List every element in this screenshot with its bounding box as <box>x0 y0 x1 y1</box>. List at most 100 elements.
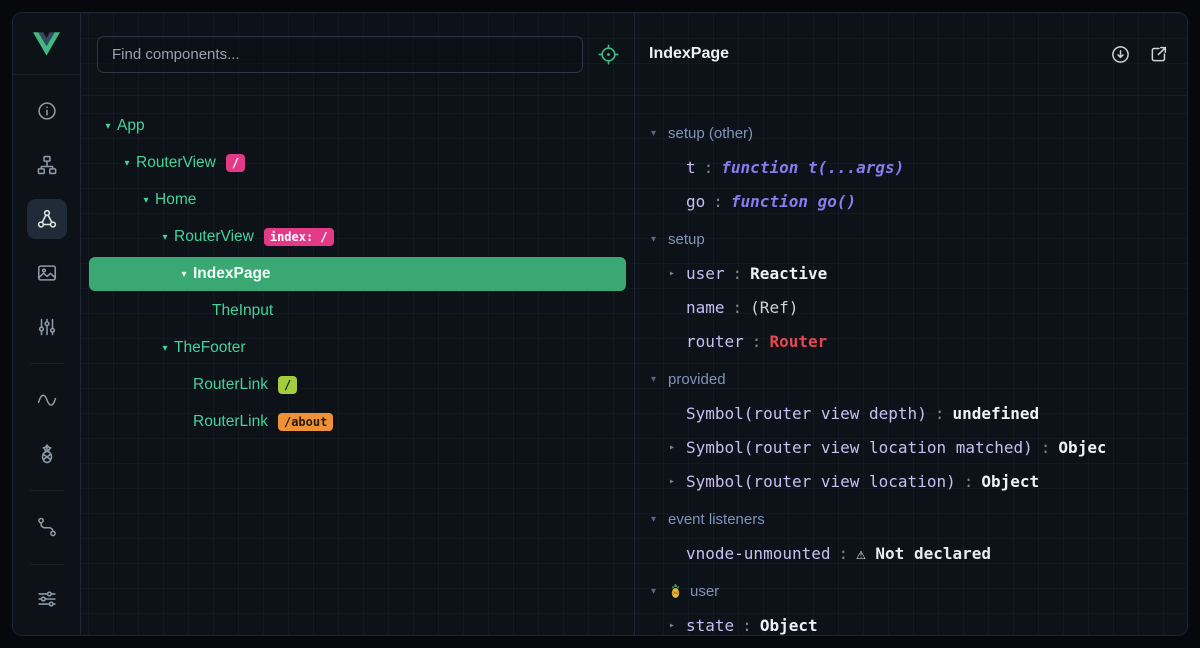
property-key: state <box>686 616 734 635</box>
inspector-section-event-listeners: ▾ event listeners ▸vnode-unmounted:⚠ Not d… <box>635 502 1187 570</box>
property-row-user[interactable]: ▸user:Reactive <box>635 256 1187 290</box>
property-row-state[interactable]: ▸state:Object <box>635 608 1187 635</box>
property-key: vnode-unmounted <box>686 544 831 563</box>
property-row-symbol-router-view-location-matched[interactable]: ▸Symbol(router view location matched): Ob… <box>635 430 1187 464</box>
property-row-router: ▸router:Router <box>635 324 1187 358</box>
components-panel-header <box>81 13 634 96</box>
expand-caret-icon[interactable]: ▸ <box>669 476 686 487</box>
property-value: Object <box>1058 438 1105 457</box>
key-value-separator: : <box>704 158 714 177</box>
activity-bar <box>13 13 81 635</box>
component-name: TheFooter <box>174 339 246 357</box>
section-title: setup (other) <box>668 125 753 142</box>
property-row-symbol-router-view-location[interactable]: ▸Symbol(router view location):Object <box>635 464 1187 498</box>
sidebar-item-assets[interactable] <box>27 253 67 293</box>
sidebar-bottom <box>13 562 80 635</box>
sidebar-divider <box>30 490 64 491</box>
property-key: Symbol(router view location matched) <box>686 438 1033 457</box>
tree-node-theinput[interactable]: ▾TheInput <box>89 294 626 328</box>
key-value-separator: : <box>1041 438 1051 457</box>
vue-logo <box>13 13 80 75</box>
key-value-separator: : <box>733 264 743 283</box>
section-title: user <box>690 583 719 600</box>
key-value-separator: : <box>742 616 752 635</box>
molecule-icon <box>36 208 58 230</box>
section-caret-icon[interactable]: ▾ <box>647 586 660 597</box>
expand-caret-icon[interactable]: ▾ <box>99 121 117 132</box>
open-in-editor-icon[interactable] <box>1148 44 1169 65</box>
section-header-provided[interactable]: ▾ provided <box>635 362 1187 396</box>
property-value: undefined <box>952 404 1039 423</box>
key-value-separator: : <box>733 298 743 317</box>
route-icon <box>36 516 58 538</box>
sitemap-icon <box>36 154 58 176</box>
section-caret-icon[interactable]: ▾ <box>647 514 660 525</box>
section-header-setup[interactable]: ▾setup <box>635 222 1187 256</box>
component-name: RouterView <box>136 154 216 172</box>
inspect-dom-icon[interactable] <box>1110 44 1131 65</box>
property-value: Router <box>769 332 827 351</box>
sidebar-item-overview[interactable] <box>27 91 67 131</box>
route-badge: / <box>278 376 297 394</box>
pineapple-icon <box>36 443 58 465</box>
key-value-separator: : <box>935 404 945 423</box>
key-value-separator: : <box>839 544 849 563</box>
sliders-icon <box>36 316 58 338</box>
tree-node-thefooter[interactable]: ▾TheFooter <box>89 331 626 365</box>
sidebar-divider <box>30 564 64 565</box>
sidebar-item-components[interactable] <box>27 199 67 239</box>
section-header-user[interactable]: ▾ user <box>635 574 1187 608</box>
tree-node-routerview[interactable]: ▾RouterView index: / <box>89 220 626 254</box>
tree-node-routerlink[interactable]: ▾RouterLink/ <box>89 368 626 402</box>
sidebar-item-timeline[interactable] <box>27 380 67 420</box>
tree-node-indexpage[interactable]: ▾IndexPage <box>89 257 626 291</box>
tree-node-routerview[interactable]: ▾RouterView/ <box>89 146 626 180</box>
sidebar-items <box>13 75 80 547</box>
property-row-vnode-unmounted: ▸vnode-unmounted:⚠ Not declared <box>635 536 1187 570</box>
tree-node-app[interactable]: ▾App <box>89 109 626 143</box>
wave-icon <box>36 389 58 411</box>
info-icon <box>36 100 58 122</box>
expand-caret-icon[interactable]: ▸ <box>669 620 686 631</box>
search-input[interactable] <box>112 46 568 63</box>
inspector-panel: IndexPage ▾ setup (other) ▸t:function t(..… <box>635 13 1187 635</box>
property-row-t: ▸t:function t(...args) <box>635 150 1187 184</box>
key-value-separator: : <box>964 472 974 491</box>
sidebar-item-router[interactable] <box>27 507 67 547</box>
section-caret-icon[interactable]: ▾ <box>647 234 660 245</box>
key-value-separator: : <box>752 332 762 351</box>
property-row-go: ▸go:function go() <box>635 184 1187 218</box>
tune-icon <box>36 588 58 610</box>
components-panel: ▾App▾RouterView/▾Home▾RouterViewindex: /… <box>81 13 635 635</box>
sidebar-item-preferences[interactable] <box>27 579 67 619</box>
inspector-header-icons <box>1110 44 1169 65</box>
section-caret-icon[interactable]: ▾ <box>647 374 660 385</box>
inspector-section-provided: ▾provided▸Symbol(router view depth):unde… <box>635 362 1187 498</box>
sidebar-item-pinia[interactable] <box>27 434 67 474</box>
expand-caret-icon[interactable]: ▸ <box>669 268 686 279</box>
expand-caret-icon[interactable]: ▾ <box>156 343 174 354</box>
component-name: RouterView <box>174 228 254 246</box>
expand-caret-icon[interactable]: ▾ <box>137 195 155 206</box>
inspector-body: ▾ setup (other) ▸t:function t(...args)▸go:… <box>635 96 1187 635</box>
sidebar-item-settings-sliders[interactable] <box>27 307 67 347</box>
sidebar-item-component-tree[interactable] <box>27 145 67 185</box>
locate-component-icon[interactable] <box>597 43 620 66</box>
expand-caret-icon[interactable]: ▾ <box>118 158 136 169</box>
expand-caret-icon[interactable]: ▾ <box>175 269 193 280</box>
section-title: event listeners <box>668 511 765 528</box>
search-box[interactable] <box>97 36 583 73</box>
key-value-separator: : <box>713 192 723 211</box>
section-title: provided <box>668 371 726 388</box>
expand-caret-icon[interactable]: ▾ <box>156 232 174 243</box>
tree-node-routerlink[interactable]: ▾RouterLink/about <box>89 405 626 439</box>
tree-node-home[interactable]: ▾Home <box>89 183 626 217</box>
section-caret-icon[interactable]: ▾ <box>647 128 660 139</box>
inspector-section-user: ▾user▸state:Object▸getters:Object <box>635 574 1187 635</box>
inspector-header: IndexPage <box>635 13 1187 96</box>
section-header-event-listeners[interactable]: ▾ event listeners <box>635 502 1187 536</box>
route-badge: index: / <box>264 228 334 246</box>
inspector-section-setup: ▾setup▸user:Reactive▸name:(Ref)▸router:R… <box>635 222 1187 358</box>
expand-caret-icon[interactable]: ▸ <box>669 442 686 453</box>
section-header-setup-other[interactable]: ▾ setup (other) <box>635 116 1187 150</box>
